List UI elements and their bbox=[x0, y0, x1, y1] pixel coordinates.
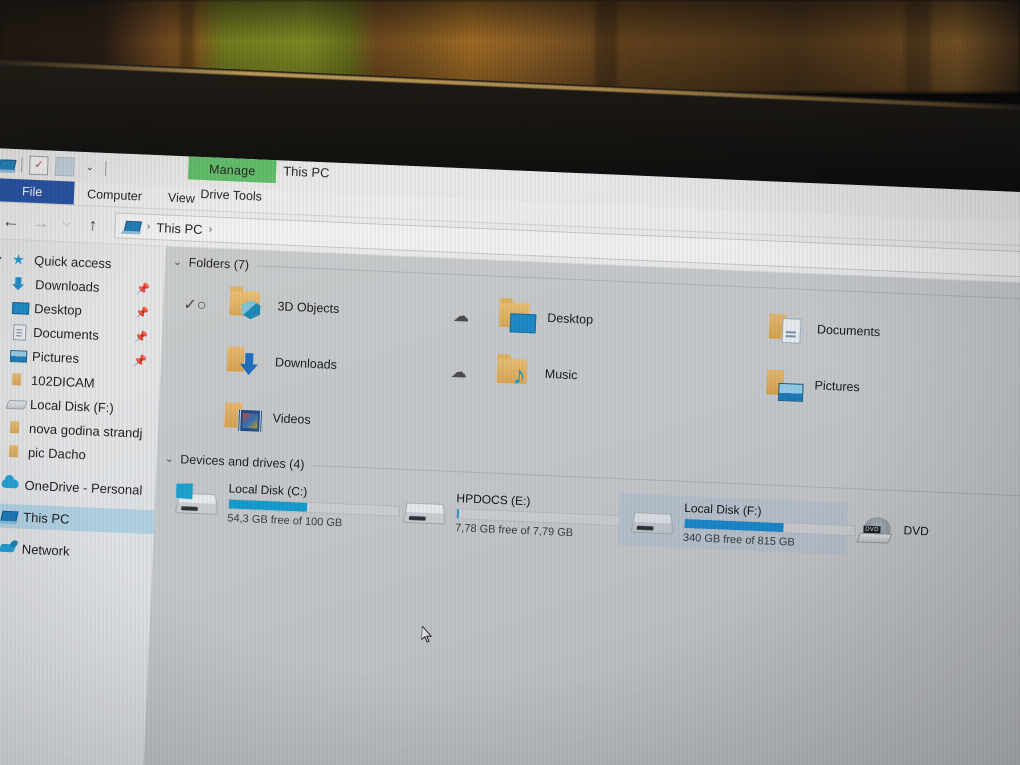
mouse-cursor bbox=[421, 625, 433, 643]
sidebar-label: Quick access bbox=[33, 252, 112, 271]
sidebar-label: 102DICAM bbox=[30, 372, 95, 391]
sidebar-label: This PC bbox=[22, 509, 70, 527]
forward-button[interactable]: → bbox=[26, 208, 55, 237]
drive-tile[interactable]: Local Disk (F:) 340 GB free of 815 GB bbox=[617, 493, 856, 555]
star-icon: ★ bbox=[11, 250, 26, 268]
dvd-drive-icon: DVD bbox=[855, 514, 895, 546]
sidebar-label: Network bbox=[21, 541, 70, 559]
pin-icon[interactable]: 📌 bbox=[136, 282, 150, 296]
back-button[interactable]: ← bbox=[0, 206, 25, 235]
sidebar-label: Documents bbox=[32, 324, 100, 343]
new-folder-icon[interactable] bbox=[54, 156, 75, 177]
folder-label: Desktop bbox=[546, 310, 594, 327]
recent-locations-icon[interactable]: ⌵ bbox=[56, 209, 77, 238]
desktop-icon bbox=[11, 299, 30, 316]
sidebar-label: Downloads bbox=[34, 276, 100, 295]
folder-label: Music bbox=[544, 366, 578, 383]
tab-computer[interactable]: Computer bbox=[74, 182, 156, 208]
toolbar-divider bbox=[21, 156, 23, 172]
folders-tile-grid: ✓○ 3D Objects ☁ Desktop Documents Downlo… bbox=[158, 269, 1020, 480]
drive-tile[interactable]: HPDOCS (E:) 7,78 GB free of 7,79 GB bbox=[390, 483, 628, 545]
navigation-pane: ▾ ★ Quick access Downloads 📌 bbox=[0, 238, 166, 765]
pictures-icon bbox=[9, 347, 28, 364]
drive-info: Local Disk (F:) 340 GB free of 815 GB bbox=[683, 500, 857, 551]
network-icon bbox=[0, 540, 17, 557]
folder-documents-icon bbox=[766, 306, 810, 350]
drive-tile[interactable]: Local Disk (C:) 54,3 GB free of 100 GB bbox=[162, 474, 401, 536]
customize-dropdown-icon[interactable]: ⌄ bbox=[81, 158, 99, 176]
folder-label: Pictures bbox=[814, 378, 861, 395]
hard-disk-icon bbox=[174, 483, 219, 519]
folder-desktop-icon bbox=[496, 295, 540, 339]
drive-name: DVD bbox=[903, 523, 930, 539]
breadcrumb-path[interactable]: This PC bbox=[156, 220, 203, 237]
drive-tile[interactable]: DVD DVD bbox=[845, 503, 967, 560]
onedrive-icon bbox=[1, 476, 19, 493]
capacity-bar-fill bbox=[684, 518, 784, 533]
status-cloud-icon: ☁ bbox=[450, 363, 468, 382]
chevron-down-icon[interactable]: ⌄ bbox=[173, 256, 182, 267]
folder-tile[interactable]: Videos bbox=[166, 386, 438, 453]
status-cloud-icon: ☁ bbox=[452, 307, 470, 326]
folder-icon bbox=[8, 371, 26, 388]
folder-tile[interactable]: ☁ ♪ Music bbox=[438, 341, 710, 408]
breadcrumb-separator-1: › bbox=[146, 220, 151, 233]
pin-icon[interactable]: 📌 bbox=[133, 354, 147, 368]
sidebar-label: Desktop bbox=[33, 300, 83, 318]
folder-icon bbox=[6, 419, 24, 436]
sidebar-label: Local Disk (F:) bbox=[29, 396, 115, 415]
sidebar-label: OneDrive - Personal bbox=[24, 477, 143, 498]
status-check-icon: ✓○ bbox=[183, 296, 207, 315]
folder-label: 3D Objects bbox=[277, 299, 340, 316]
disk-icon bbox=[5, 395, 28, 412]
breadcrumb-separator-2[interactable]: › bbox=[208, 223, 212, 235]
quick-access-toolbar: ✓ ⌄ bbox=[0, 153, 107, 177]
capacity-bar-fill bbox=[456, 509, 459, 519]
chevron-down-icon[interactable]: ▾ bbox=[0, 253, 6, 265]
contextual-tab-group-label: Manage bbox=[187, 156, 277, 184]
monitor-photo: ✓ ⌄ Manage This PC File Computer View Dr… bbox=[0, 0, 1020, 765]
file-list-pane: ⌄ Folders (7) ✓○ 3D Objects ☁ Desktop Do… bbox=[141, 246, 1020, 765]
sidebar-label: Pictures bbox=[31, 348, 80, 366]
group-label: Folders (7) bbox=[188, 255, 250, 273]
toolbar-divider-2 bbox=[104, 160, 107, 176]
folder-pictures-icon bbox=[764, 362, 808, 406]
folder-music-icon: ♪ bbox=[494, 351, 538, 395]
sidebar-label: pic Dacho bbox=[27, 444, 87, 462]
hard-disk-icon bbox=[630, 503, 675, 539]
window-body: ▾ ★ Quick access Downloads 📌 bbox=[0, 238, 1020, 765]
drive-info: Local Disk (C:) 54,3 GB free of 100 GB bbox=[227, 480, 401, 531]
chevron-down-icon[interactable]: ⌄ bbox=[165, 453, 174, 464]
this-pc-icon[interactable] bbox=[0, 155, 17, 173]
tab-file[interactable]: File bbox=[0, 177, 75, 205]
downloads-icon bbox=[12, 275, 30, 292]
documents-icon bbox=[10, 323, 28, 341]
capacity-bar-fill bbox=[228, 499, 308, 512]
up-button[interactable]: ↑ bbox=[78, 210, 107, 239]
this-pc-icon bbox=[0, 508, 19, 525]
properties-icon[interactable]: ✓ bbox=[28, 155, 49, 175]
drive-info: HPDOCS (E:) 7,78 GB free of 7,79 GB bbox=[455, 490, 629, 541]
hard-disk-icon bbox=[402, 493, 447, 529]
monitor-screen: ✓ ⌄ Manage This PC File Computer View Dr… bbox=[0, 148, 1020, 765]
drive-info: DVD bbox=[903, 522, 967, 543]
breadcrumb-this-pc-icon bbox=[123, 218, 143, 235]
room-pillar-2 bbox=[905, 0, 931, 92]
room-pillar-1 bbox=[595, 0, 617, 92]
pin-icon[interactable]: 📌 bbox=[135, 306, 149, 320]
window-title: This PC bbox=[282, 163, 330, 181]
folder-icon bbox=[5, 443, 23, 460]
folder-3d-objects-icon bbox=[227, 283, 271, 327]
folder-downloads-icon bbox=[224, 339, 268, 383]
sidebar-label: nova godina strandj bbox=[28, 420, 143, 441]
folder-label: Downloads bbox=[274, 355, 338, 372]
folder-tile[interactable]: Pictures bbox=[708, 353, 980, 420]
folder-videos-icon bbox=[222, 395, 266, 439]
pin-icon[interactable]: 📌 bbox=[134, 330, 148, 344]
folder-label: Documents bbox=[816, 322, 881, 340]
folder-label: Videos bbox=[272, 411, 311, 427]
